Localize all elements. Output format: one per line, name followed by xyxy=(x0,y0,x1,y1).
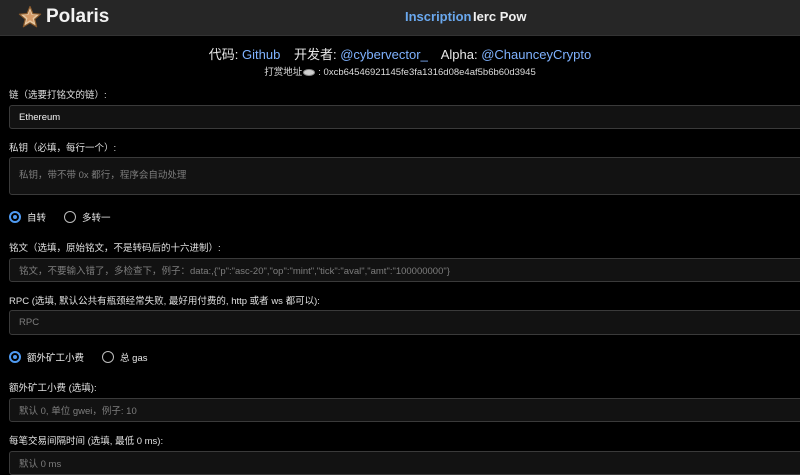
transfer-mode-radio-group: 自转 多转一 xyxy=(9,210,111,224)
chain-select[interactable]: Ethereum xyxy=(9,105,800,129)
private-key-textarea[interactable]: 私钥，带不带 0x 都行，程序会自动处理 xyxy=(9,157,800,195)
top-navbar: Polaris Inscription Ierc Pow xyxy=(0,0,800,36)
radio-self-transfer-label[interactable]: 自转 xyxy=(27,210,46,224)
star-logo-icon xyxy=(18,5,42,28)
gas-mode-radio-group: 额外矿工小费 总 gas xyxy=(9,350,147,364)
tip-address: : 0xcb64546921145fe3fa1316d08e4af5b6b60d… xyxy=(318,67,536,78)
alpha-link[interactable]: @ChaunceyCrypto xyxy=(481,47,591,62)
coin-icon xyxy=(303,68,316,76)
extra-fee-label: 额外矿工小费 (选填): xyxy=(9,383,97,394)
developer-label: 开发者: xyxy=(293,47,337,62)
radio-extra-tip-label[interactable]: 额外矿工小费 xyxy=(27,350,84,364)
chain-label: 链（选要打铭文的链）: xyxy=(9,90,107,101)
inscription-input[interactable]: 铭文，不要输入错了，多检查下，例子：data:,{"p":"asc-20","o… xyxy=(9,258,800,282)
interval-label: 每笔交易间隔时间 (选填, 最低 0 ms): xyxy=(9,436,164,447)
interval-input[interactable]: 默认 0 ms xyxy=(9,451,800,475)
radio-total-gas[interactable] xyxy=(102,351,115,363)
radio-many-to-one[interactable] xyxy=(64,211,77,223)
code-label: 代码: xyxy=(208,47,239,62)
nav-tab-ierc-pow[interactable]: Ierc Pow xyxy=(473,9,526,24)
alpha-label: Alpha: xyxy=(440,47,478,62)
brand-title[interactable]: Polaris xyxy=(46,6,109,28)
rpc-label: RPC (选填, 默认公共有瓶颈经常失败, 最好用付费的, http 或者 ws… xyxy=(9,296,320,307)
inscription-label: 铭文（选填，原始铭文，不是转码后的十六进制）: xyxy=(9,243,221,254)
developer-link[interactable]: @cybervector_ xyxy=(340,47,428,62)
tip-address-line: 打赏地址 : 0xcb64546921145fe3fa1316d08e4af5b6… xyxy=(0,64,800,78)
nav-tab-inscription[interactable]: Inscription xyxy=(405,9,471,24)
extra-fee-input[interactable]: 默认 0, 单位 gwei，例子: 10 xyxy=(9,398,800,422)
radio-extra-tip[interactable] xyxy=(9,351,21,363)
rpc-input[interactable]: RPC xyxy=(9,310,800,335)
radio-total-gas-label[interactable]: 总 gas xyxy=(120,350,147,364)
github-link[interactable]: Github xyxy=(242,47,280,62)
private-key-label: 私钥（必填，每行一个）: xyxy=(9,143,117,154)
radio-self-transfer[interactable] xyxy=(9,211,21,223)
radio-many-to-one-label[interactable]: 多转一 xyxy=(82,210,111,224)
credits-line: 代码: Github 开发者: @cybervector_ Alpha: @Ch… xyxy=(0,44,800,63)
tip-label: 打赏地址 xyxy=(264,67,303,78)
